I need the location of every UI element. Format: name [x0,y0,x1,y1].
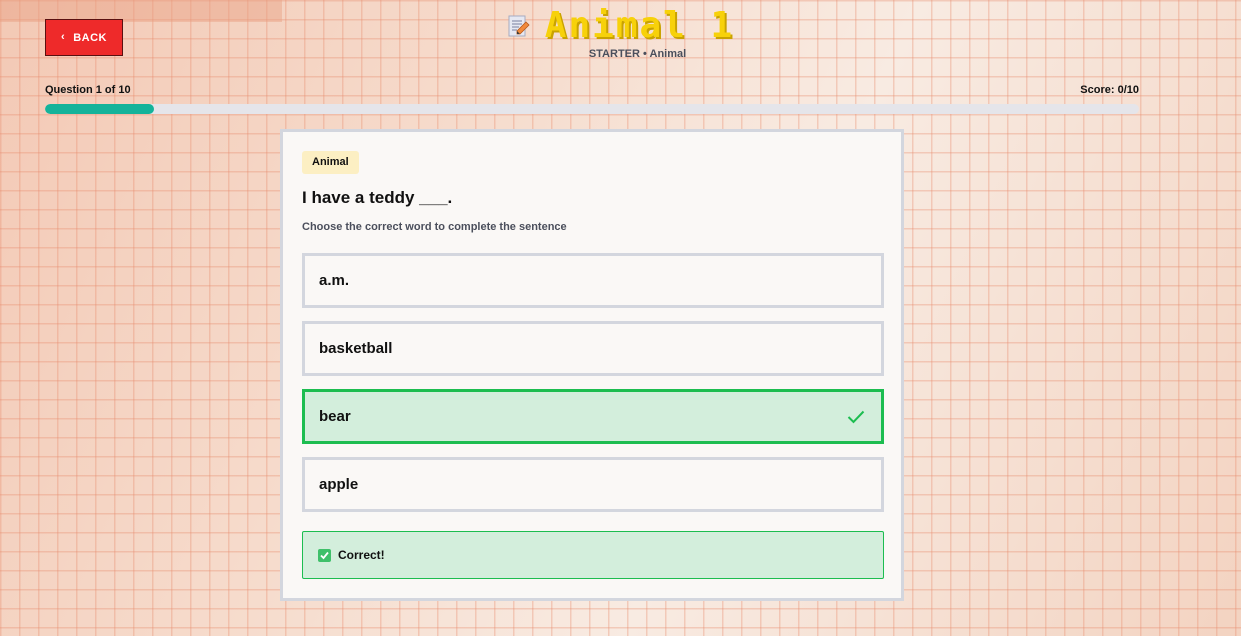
answer-option[interactable]: basketball [302,321,884,376]
checkbox-check-icon [318,548,331,562]
question-card: Animal I have a teddy ___. Choose the co… [280,129,904,601]
question-instruction: Choose the correct word to complete the … [302,221,567,233]
title-area: Animal 1 [0,6,1241,46]
category-badge: Animal [302,151,359,174]
progress-bar [45,104,1139,114]
question-text: I have a teddy ___. [302,188,453,207]
check-icon [847,410,865,423]
answer-option-label: basketball [319,340,393,357]
score-display: Score: 0/10 [1080,84,1139,96]
page-title: Animal 1 [544,5,735,46]
answer-option-correct[interactable]: bear [302,389,884,444]
feedback-banner: Correct! [302,531,884,579]
progress-fill [45,104,155,114]
answer-option-label: apple [319,476,359,493]
page-subtitle: STARTER • Animal [588,48,687,60]
answer-option[interactable]: a.m. [302,253,884,308]
answer-option[interactable]: apple [302,457,884,512]
question-counter: Question 1 of 10 [45,84,131,96]
memo-icon [508,15,530,37]
feedback-text: Correct! [338,548,385,562]
answer-option-label: bear [319,408,351,425]
answer-option-label: a.m. [319,272,350,289]
